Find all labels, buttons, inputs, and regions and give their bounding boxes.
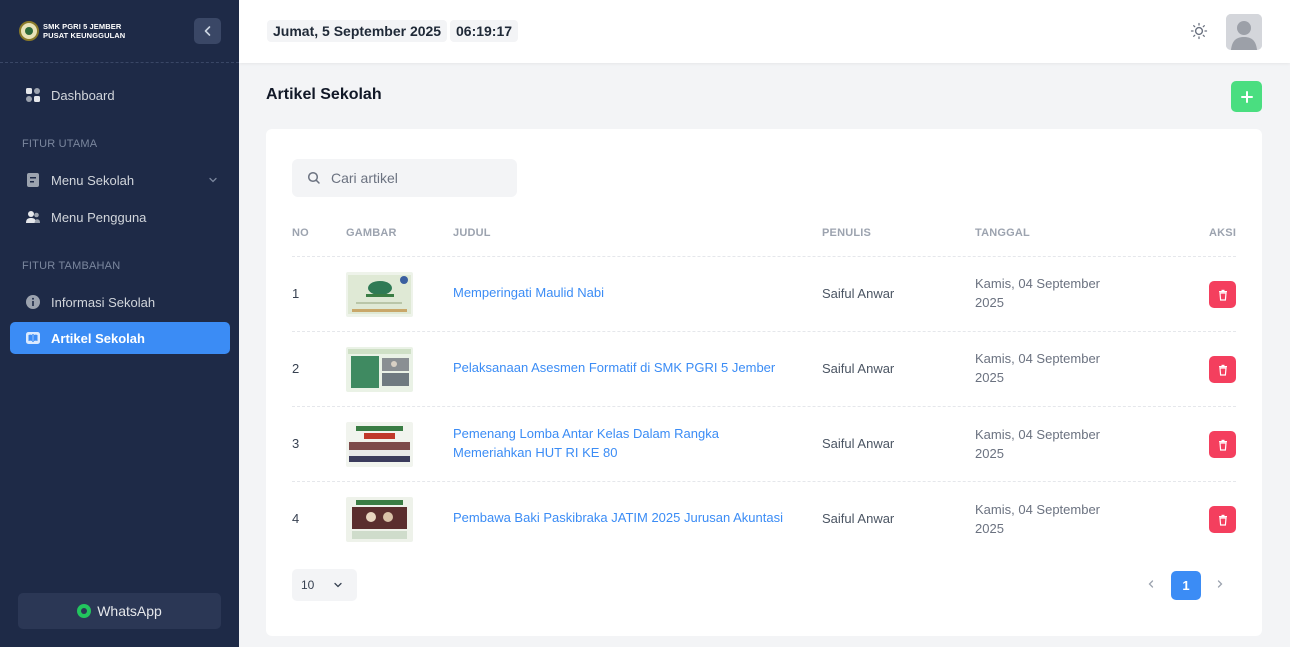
book-icon	[25, 330, 41, 346]
chevron-right-icon	[1217, 580, 1223, 588]
whatsapp-label: WhatsApp	[97, 603, 162, 619]
chevron-left-icon	[1148, 580, 1154, 588]
row-divider	[292, 406, 1236, 407]
trash-icon	[1218, 289, 1227, 301]
article-author: Saiful Anwar	[822, 361, 895, 376]
brand-line-2: PUSAT KEUNGGULAN	[43, 31, 126, 40]
column-header-no: NO	[292, 227, 309, 239]
sidebar-item-dashboard[interactable]: Dashboard	[10, 79, 230, 111]
row-number: 3	[292, 436, 300, 451]
school-logo	[19, 21, 39, 41]
menu-sekolah-icon	[25, 172, 41, 188]
sun-icon[interactable]	[1190, 22, 1208, 40]
plus-icon	[1240, 90, 1253, 103]
trash-icon	[1218, 514, 1227, 526]
sidebar-item-label: Menu Pengguna	[51, 209, 147, 225]
current-time: 06:19:17	[450, 20, 519, 42]
row-divider	[292, 256, 1236, 257]
article-thumbnail[interactable]	[346, 272, 413, 317]
current-date: Jumat, 5 September 2025	[267, 20, 448, 42]
brand: SMK PGRI 5 JEMBER PUSAT KEUNGGULAN	[0, 0, 239, 63]
chevron-down-icon	[209, 177, 217, 183]
search-box[interactable]	[292, 159, 517, 197]
info-icon	[25, 294, 41, 310]
sidebar-item-label: Artikel Sekolah	[51, 330, 145, 346]
column-header-gambar: GAMBAR	[346, 227, 397, 239]
article-date: Kamis, 04 September 2025	[975, 427, 1101, 461]
delete-button[interactable]	[1209, 281, 1236, 308]
add-article-button[interactable]	[1231, 81, 1262, 112]
sidebar-item-menu-sekolah[interactable]: Menu Sekolah	[10, 164, 230, 196]
avatar-icon	[1226, 14, 1262, 50]
column-header-tanggal: TANGGAL	[975, 227, 1030, 239]
sidebar-item-label: Menu Sekolah	[51, 172, 135, 188]
article-title-link[interactable]: Pelaksanaan Asesmen Formatif di SMK PGRI…	[453, 358, 775, 377]
whatsapp-button[interactable]: WhatsApp	[18, 593, 221, 629]
whatsapp-icon	[77, 604, 92, 618]
delete-button[interactable]	[1209, 356, 1236, 383]
row-divider	[292, 481, 1236, 482]
sidebar: SMK PGRI 5 JEMBER PUSAT KEUNGGULAN Dashb…	[0, 0, 239, 647]
column-header-aksi: AKSI	[1209, 227, 1237, 239]
user-avatar[interactable]	[1226, 14, 1262, 50]
trash-icon	[1218, 364, 1227, 376]
article-date: Kamis, 04 September 2025	[975, 502, 1101, 536]
articles-card: NO GAMBAR JUDUL PENULIS TANGGAL AKSI 1 M…	[266, 129, 1262, 636]
sidebar-item-menu-pengguna[interactable]: Menu Pengguna	[10, 201, 230, 233]
row-number: 2	[292, 361, 300, 376]
row-number: 4	[292, 511, 300, 526]
article-title-link[interactable]: Pembawa Baki Paskibraka JATIM 2025 Jurus…	[453, 508, 783, 527]
article-thumbnail[interactable]	[346, 422, 413, 467]
brand-text: SMK PGRI 5 JEMBER PUSAT KEUNGGULAN	[43, 22, 125, 40]
users-icon	[25, 209, 41, 225]
delete-button[interactable]	[1209, 431, 1236, 458]
article-author: Saiful Anwar	[822, 511, 895, 526]
section-label-extra: FITUR TAMBAHAN	[22, 260, 121, 272]
search-icon	[307, 171, 320, 184]
row-divider	[292, 331, 1236, 332]
sidebar-item-informasi-sekolah[interactable]: Informasi Sekolah	[10, 286, 230, 318]
page-size-select[interactable]: 10	[292, 569, 357, 601]
sidebar-item-artikel-sekolah[interactable]: Artikel Sekolah	[10, 322, 230, 354]
dashboard-icon	[25, 87, 41, 103]
section-label-main: FITUR UTAMA	[22, 138, 98, 150]
article-author: Saiful Anwar	[822, 286, 895, 301]
delete-button[interactable]	[1209, 506, 1236, 533]
pagination-current-page[interactable]: 1	[1171, 571, 1201, 600]
article-title-link[interactable]: Pemenang Lomba Antar Kelas Dalam Rangka M…	[453, 424, 719, 462]
collapse-sidebar-button[interactable]	[194, 18, 221, 44]
trash-icon	[1218, 439, 1227, 451]
article-thumbnail[interactable]	[346, 347, 413, 392]
row-number: 1	[292, 286, 300, 301]
page-title: Artikel Sekolah	[266, 86, 382, 103]
column-header-judul: JUDUL	[453, 227, 491, 239]
page-size-value: 10	[301, 578, 315, 592]
search-input[interactable]	[331, 170, 501, 186]
pagination-next-button[interactable]	[1208, 572, 1232, 596]
topbar: Jumat, 5 September 2025 06:19:17	[239, 0, 1290, 63]
sidebar-item-label: Informasi Sekolah	[51, 294, 156, 310]
article-author: Saiful Anwar	[822, 436, 895, 451]
chevron-down-icon	[334, 582, 342, 588]
article-date: Kamis, 04 September 2025	[975, 276, 1101, 310]
pagination-prev-button[interactable]	[1139, 572, 1163, 596]
article-title-link[interactable]: Memperingati Maulid Nabi	[453, 283, 604, 302]
article-thumbnail[interactable]	[346, 497, 413, 542]
column-header-penulis: PENULIS	[822, 227, 872, 239]
brand-line-1: SMK PGRI 5 JEMBER	[43, 22, 122, 31]
sidebar-item-label: Dashboard	[51, 87, 115, 103]
article-date: Kamis, 04 September 2025	[975, 351, 1101, 385]
chevron-left-icon	[204, 26, 210, 36]
